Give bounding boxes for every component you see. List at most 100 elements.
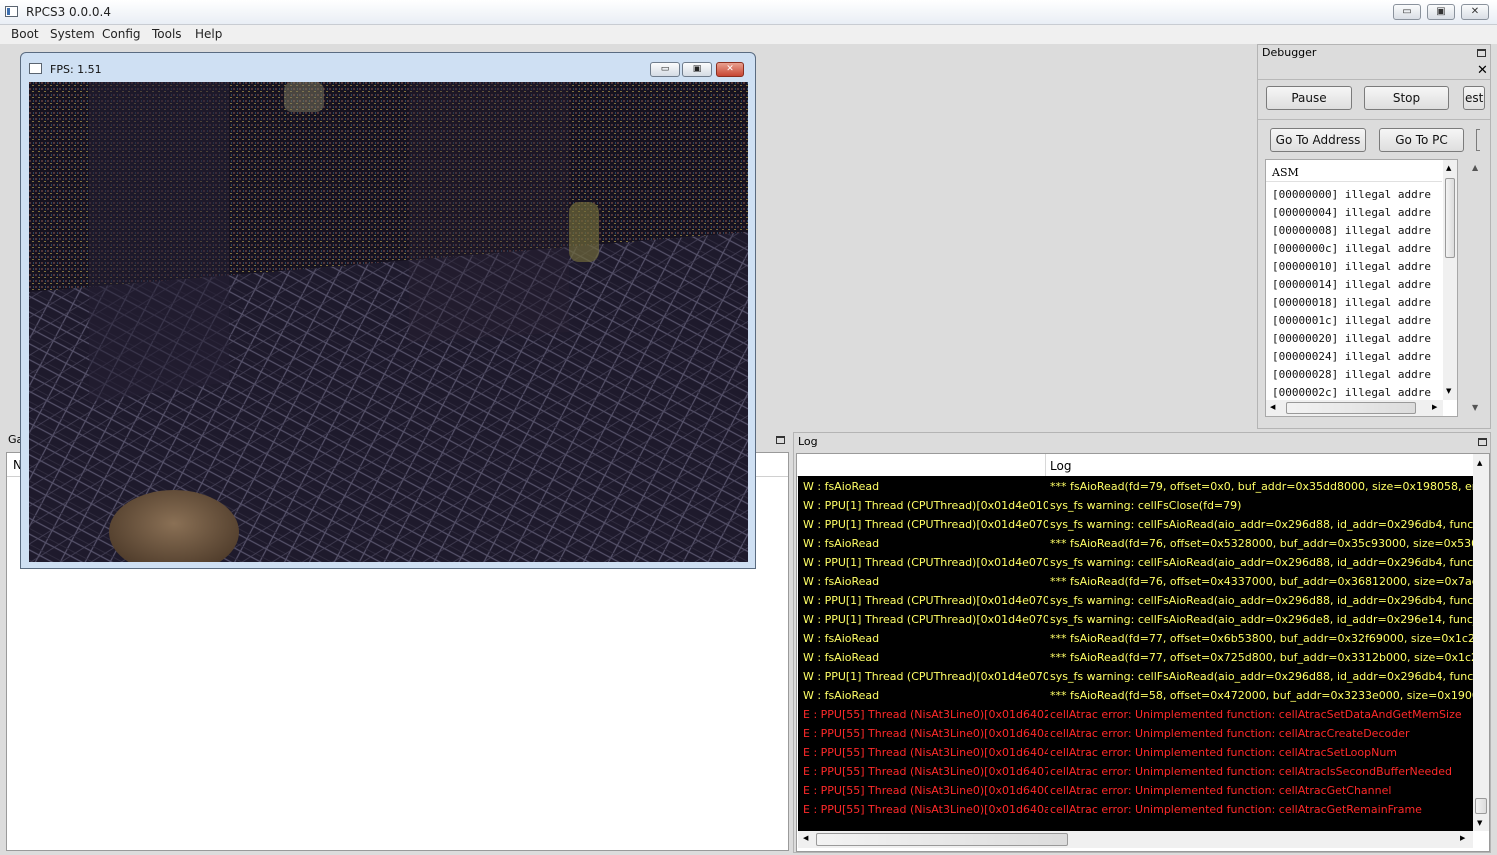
log-thread: W : PPU[1] Thread (CPUThread)[0x01d4e070…: [803, 594, 1048, 607]
log-row[interactable]: E : PPU[55] Thread (NisAt3Line0)[0x01d64…: [798, 800, 1473, 819]
log-row[interactable]: E : PPU[55] Thread (NisAt3Line0)[0x01d64…: [798, 743, 1473, 762]
log-row[interactable]: W : fsAioRead *** fsAioRead(fd=58, offset…: [798, 686, 1473, 705]
game-render-viewport[interactable]: [29, 82, 748, 562]
log-row[interactable]: E : PPU[55] Thread (NisAt3Line0)[0x01d64…: [798, 762, 1473, 781]
log-thread: W : fsAioRead: [803, 575, 880, 588]
debugger-title: Debugger: [1262, 46, 1317, 59]
scroll-left-icon[interactable]: ◀: [1270, 403, 1275, 411]
asm-line[interactable]: [00000018] illegal addre: [1272, 294, 1442, 312]
log-thread: E : PPU[55] Thread (NisAt3Line0)[0x01d64…: [803, 765, 1048, 778]
log-column-header[interactable]: Log: [1050, 459, 1071, 473]
log-message: *** fsAioRead(fd=76, offset=0x4337000, b…: [1050, 575, 1473, 588]
asm-hscroll-thumb[interactable]: [1286, 402, 1416, 414]
log-message: sys_fs warning: cellFsAioRead(aio_addr=0…: [1050, 670, 1473, 683]
close-button[interactable]: ✕: [1461, 4, 1489, 20]
minimize-button[interactable]: ▭: [1393, 4, 1421, 20]
gs-minimize-button[interactable]: ▭: [650, 62, 680, 77]
asm-line[interactable]: [00000020] illegal addre: [1272, 330, 1442, 348]
log-message: *** fsAioRead(fd=77, offset=0x725d800, b…: [1050, 651, 1473, 664]
divider: [1258, 79, 1490, 80]
log-thread: E : PPU[55] Thread (NisAt3Line0)[0x01d64…: [803, 708, 1048, 721]
main-title-bar: RPCS3 0.0.0.4 ▭ ▣ ✕: [0, 0, 1497, 25]
scroll-right-icon[interactable]: ▶: [1432, 403, 1437, 411]
asm-header: ASM: [1266, 160, 1442, 182]
log-scroll-left-icon[interactable]: ◀: [803, 834, 808, 842]
log-scroll-right-icon[interactable]: ▶: [1460, 834, 1465, 842]
log-row[interactable]: W : PPU[1] Thread (CPUThread)[0x01d4e070…: [798, 515, 1473, 534]
maximize-button[interactable]: ▣: [1427, 4, 1455, 20]
log-thread: W : PPU[1] Thread (CPUThread)[0x01d4e070…: [803, 670, 1048, 683]
game-list-float-icon[interactable]: [776, 436, 785, 444]
log-message: cellAtrac error: Unimplemented function:…: [1050, 765, 1452, 778]
menu-boot[interactable]: Boot: [11, 27, 39, 41]
asm-horizontal-scrollbar[interactable]: ◀ ▶: [1266, 400, 1443, 416]
log-row[interactable]: W : PPU[1] Thread (CPUThread)[0x01d4e070…: [798, 553, 1473, 572]
log-row[interactable]: W : PPU[1] Thread (CPUThread)[0x01d4e070…: [798, 667, 1473, 686]
asm-line[interactable]: [00000000] illegal addre: [1272, 186, 1442, 204]
debugger-close-icon[interactable]: ✕: [1477, 64, 1488, 77]
asm-vscroll-thumb[interactable]: [1445, 178, 1455, 258]
restart-button[interactable]: esta: [1463, 86, 1485, 110]
scroll-up-icon[interactable]: ▲: [1446, 164, 1451, 172]
gs-maximize-button[interactable]: ▣: [682, 62, 712, 77]
log-row[interactable]: W : PPU[1] Thread (CPUThread)[0x01d4e010…: [798, 496, 1473, 515]
log-thread: W : PPU[1] Thread (CPUThread)[0x01d4e010…: [803, 499, 1048, 512]
menu-bar: Boot System Config Tools Help: [0, 25, 1497, 44]
scroll-down-icon[interactable]: ▼: [1446, 387, 1451, 395]
gs-close-button[interactable]: ✕: [716, 62, 744, 77]
menu-system[interactable]: System: [50, 27, 95, 41]
log-message: *** fsAioRead(fd=79, offset=0x0, buf_add…: [1050, 480, 1473, 493]
log-scroll-down-icon[interactable]: ▼: [1477, 819, 1482, 827]
asm-line[interactable]: [0000000c] illegal addre: [1272, 240, 1442, 258]
menu-help[interactable]: Help: [195, 27, 222, 41]
asm-line[interactable]: [00000008] illegal addre: [1272, 222, 1442, 240]
log-vscroll-thumb[interactable]: [1475, 798, 1487, 814]
log-row[interactable]: W : fsAioRead *** fsAioRead(fd=77, offset…: [798, 629, 1473, 648]
log-entries[interactable]: W : fsAioRead *** fsAioRead(fd=79, offset…: [798, 476, 1473, 831]
log-vertical-scrollbar[interactable]: ▲ ▼: [1473, 454, 1489, 831]
log-float-icon[interactable]: [1478, 438, 1487, 446]
log-message: *** fsAioRead(fd=76, offset=0x5328000, b…: [1050, 537, 1473, 550]
log-thread: W : PPU[1] Thread (CPUThread)[0x01d4e070…: [803, 518, 1048, 531]
fps-title: FPS: 1.51: [50, 63, 102, 76]
log-row[interactable]: W : fsAioRead *** fsAioRead(fd=79, offset…: [798, 477, 1473, 496]
log-scroll-up-icon[interactable]: ▲: [1477, 459, 1482, 467]
log-row[interactable]: W : PPU[1] Thread (CPUThread)[0x01d4e070…: [798, 591, 1473, 610]
log-row[interactable]: W : fsAioRead *** fsAioRead(fd=77, offset…: [798, 648, 1473, 667]
dock-scroll-up-icon[interactable]: ▲: [1472, 163, 1478, 172]
dock-scroll-down-icon[interactable]: ▼: [1472, 403, 1478, 412]
asm-line[interactable]: [00000004] illegal addre: [1272, 204, 1442, 222]
asm-line[interactable]: [0000002c] illegal addre: [1272, 384, 1442, 398]
log-thread: E : PPU[55] Thread (NisAt3Line0)[0x01d64…: [803, 784, 1048, 797]
asm-line[interactable]: [00000010] illegal addre: [1272, 258, 1442, 276]
asm-vertical-scrollbar[interactable]: ▲ ▼: [1443, 160, 1457, 400]
asm-line[interactable]: [0000001c] illegal addre: [1272, 312, 1442, 330]
menu-tools[interactable]: Tools: [152, 27, 182, 41]
log-message: cellAtrac error: Unimplemented function:…: [1050, 803, 1422, 816]
divider: [1258, 119, 1490, 120]
log-thread: W : fsAioRead: [803, 651, 880, 664]
debugger-float-icon[interactable]: [1477, 49, 1486, 57]
menu-config[interactable]: Config: [102, 27, 141, 41]
log-message: cellAtrac error: Unimplemented function:…: [1050, 727, 1410, 740]
pause-button[interactable]: Pause: [1266, 86, 1352, 110]
log-hscroll-thumb[interactable]: [816, 833, 1068, 846]
go-to-address-button[interactable]: Go To Address: [1270, 128, 1366, 152]
go-to-pc-button[interactable]: Go To PC: [1379, 128, 1464, 152]
asm-line[interactable]: [00000024] illegal addre: [1272, 348, 1442, 366]
log-horizontal-scrollbar[interactable]: ◀ ▶: [798, 831, 1473, 848]
log-row[interactable]: E : PPU[55] Thread (NisAt3Line0)[0x01d64…: [798, 724, 1473, 743]
stop-button[interactable]: Stop: [1364, 86, 1449, 110]
log-message: cellAtrac error: Unimplemented function:…: [1050, 784, 1392, 797]
log-row[interactable]: W : fsAioRead *** fsAioRead(fd=76, offset…: [798, 572, 1473, 591]
log-row[interactable]: E : PPU[55] Thread (NisAt3Line0)[0x01d64…: [798, 781, 1473, 800]
asm-line[interactable]: [00000014] illegal addre: [1272, 276, 1442, 294]
asm-line[interactable]: [00000028] illegal addre: [1272, 366, 1442, 384]
asm-list[interactable]: ASM [00000000] illegal addre [00000004] i…: [1265, 159, 1458, 417]
log-thread: W : fsAioRead: [803, 480, 880, 493]
log-row[interactable]: W : PPU[1] Thread (CPUThread)[0x01d4e070…: [798, 610, 1473, 629]
gs-frame-window: FPS: 1.51 ▭ ▣ ✕: [20, 52, 756, 569]
log-row[interactable]: E : PPU[55] Thread (NisAt3Line0)[0x01d64…: [798, 705, 1473, 724]
asm-lines: [00000000] illegal addre [00000004] illeg…: [1272, 186, 1442, 398]
log-row[interactable]: W : fsAioRead *** fsAioRead(fd=76, offset…: [798, 534, 1473, 553]
